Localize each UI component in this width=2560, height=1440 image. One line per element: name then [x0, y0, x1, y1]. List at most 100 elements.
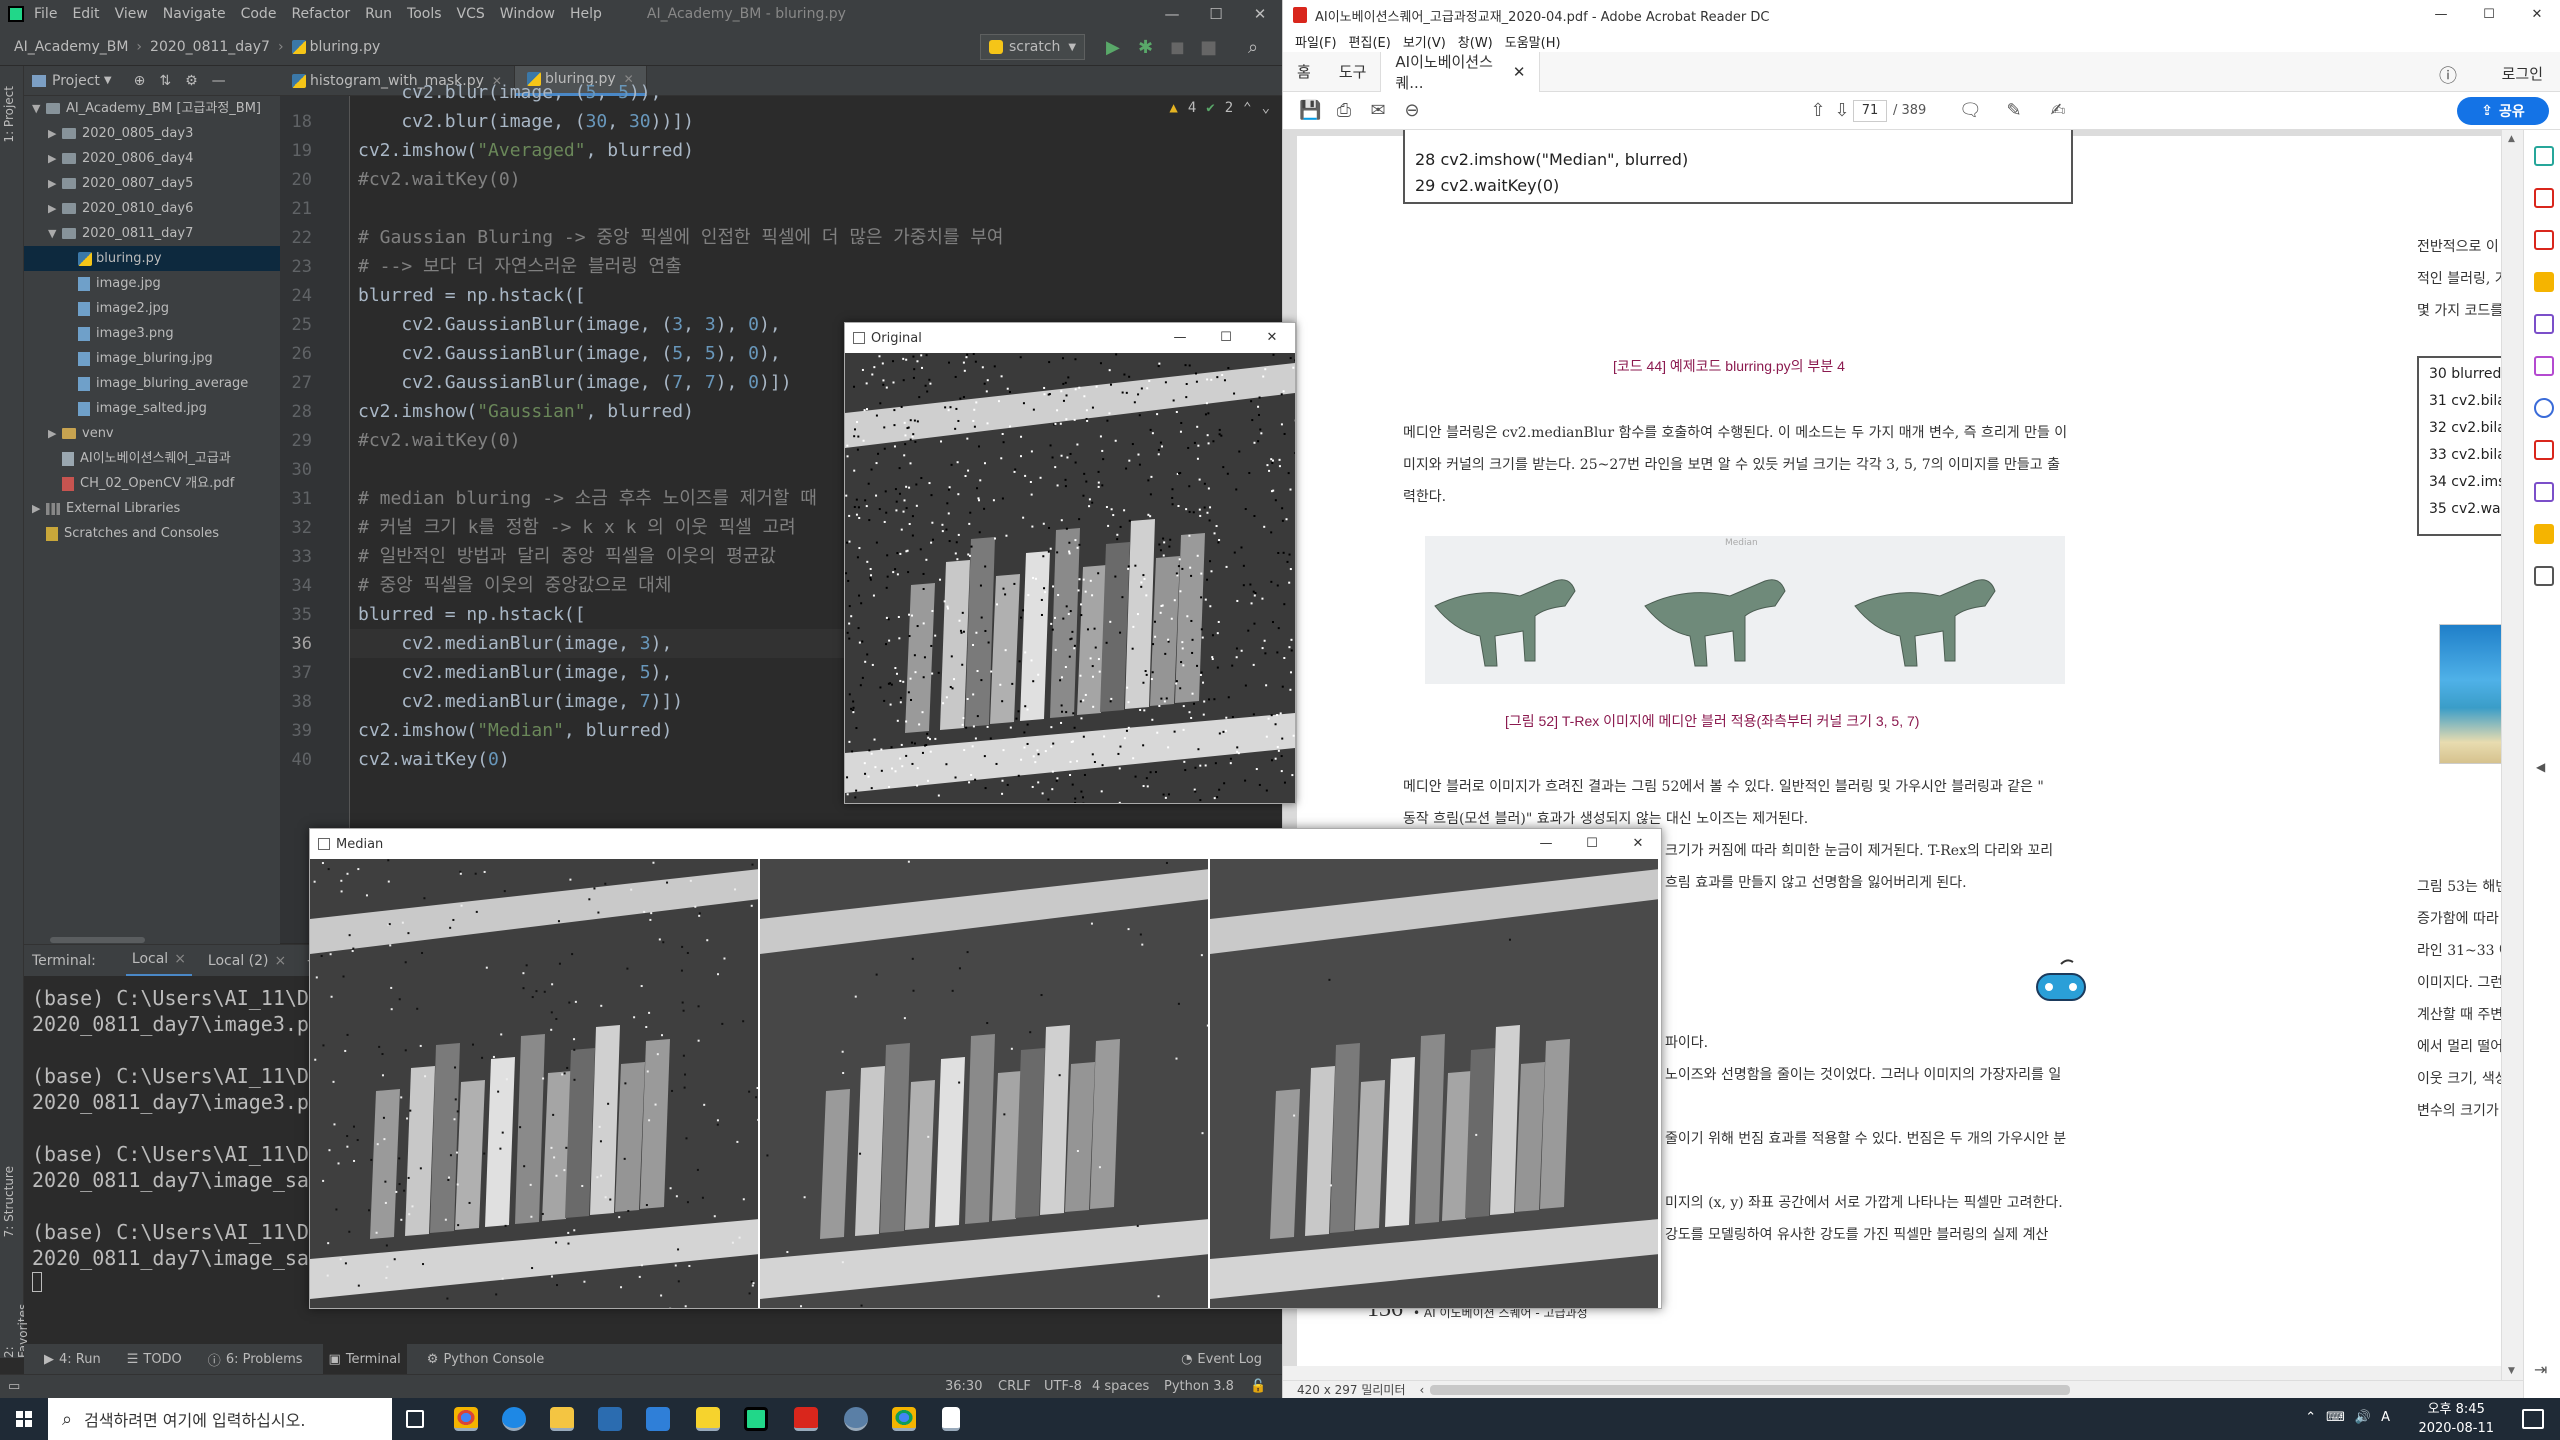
tool-window-tab[interactable]: ☰ TODO: [121, 1344, 188, 1374]
tree-item[interactable]: CH_02_OpenCV 개요.pdf: [24, 471, 280, 496]
close-icon[interactable]: ×: [174, 951, 186, 967]
expand-arrow-icon[interactable]: ▶: [48, 146, 62, 171]
code-line[interactable]: cv2.imshow("Gaussian", blurred): [358, 397, 694, 426]
create-pdf-icon[interactable]: [2534, 188, 2554, 208]
start-button[interactable]: [0, 1398, 48, 1440]
code-line[interactable]: cv2.GaussianBlur(image, (7, 7), 0)]): [358, 368, 791, 397]
event-log-tab[interactable]: ◔ Event Log: [1175, 1344, 1268, 1374]
maximize-icon[interactable]: ☐: [1569, 829, 1615, 859]
breadcrumb-project[interactable]: AI_Academy_BM: [14, 39, 128, 55]
chevron-up-icon[interactable]: ⌃: [1243, 100, 1251, 116]
zoom-out-search-icon[interactable]: ⊖: [1401, 100, 1423, 122]
code-line[interactable]: #cv2.waitKey(0): [358, 426, 521, 455]
close-icon[interactable]: ✕: [1513, 63, 1526, 81]
code-line[interactable]: # 커널 크기 k를 정함 -> k x k 의 이웃 픽셀 고려: [358, 513, 796, 542]
acrobat-menu-item[interactable]: 파일(F): [1295, 32, 1337, 51]
tree-item[interactable]: AI이노베이션스퀘어_고급과: [24, 446, 280, 471]
tree-item[interactable]: ▼ AI_Academy_BM [고급과정_BM]: [24, 96, 280, 121]
save-icon[interactable]: 💾: [1299, 100, 1321, 122]
menu-item[interactable]: Code: [241, 6, 277, 22]
tree-item[interactable]: image_salted.jpg: [24, 396, 280, 421]
help-icon[interactable]: ⓘ: [2439, 62, 2457, 88]
highlight-icon[interactable]: ✎: [2003, 100, 2025, 122]
coverage-icon[interactable]: ◼: [1170, 37, 1185, 58]
share-button[interactable]: ⇪ 공유: [2457, 97, 2549, 125]
code-line[interactable]: # Gaussian Bluring -> 중앙 픽셀에 인접한 픽셀에 더 많…: [358, 223, 1003, 252]
combine-files-icon[interactable]: [2534, 314, 2554, 334]
code-line[interactable]: cv2.medianBlur(image, 5),: [358, 658, 672, 687]
mail-icon[interactable]: [646, 1407, 670, 1431]
tree-item[interactable]: ▶ External Libraries: [24, 496, 280, 521]
tab-tools[interactable]: 도구: [1325, 52, 1381, 92]
close-icon[interactable]: ×: [275, 953, 287, 969]
menu-item[interactable]: Refactor: [291, 6, 350, 22]
indent-setting[interactable]: 4 spaces: [1092, 1379, 1149, 1394]
acrobat-menu-item[interactable]: 도움말(H): [1505, 32, 1561, 51]
run-configuration-select[interactable]: scratch ▼: [980, 34, 1086, 60]
minimize-icon[interactable]: —: [2417, 0, 2465, 30]
menu-item[interactable]: VCS: [457, 6, 485, 22]
tree-item[interactable]: image_bluring_average: [24, 371, 280, 396]
menu-item[interactable]: Run: [365, 6, 392, 22]
code-line[interactable]: cv2.medianBlur(image, 7)]): [358, 687, 683, 716]
scroll-down-icon[interactable]: ▼: [2508, 1366, 2515, 1376]
menu-item[interactable]: Window: [500, 6, 555, 22]
code-line[interactable]: cv2.blur(image, (30, 30))]): [358, 107, 694, 136]
taskbar-search[interactable]: ⌕ 검색하려면 여기에 입력하십시오.: [48, 1398, 392, 1440]
menu-item[interactable]: File: [34, 6, 57, 22]
vertical-scrollbar[interactable]: ▲ ▼: [2501, 130, 2523, 1380]
inspection-widget[interactable]: ▲ 4 ✔ 2 ⌃ ⌄: [1169, 100, 1270, 116]
more-tools-icon[interactable]: [2534, 524, 2554, 544]
search-icon[interactable]: ⌕: [1248, 37, 1258, 58]
maximize-icon[interactable]: ☐: [1203, 323, 1249, 353]
fill-sign-icon[interactable]: [2534, 356, 2554, 376]
hide-icon[interactable]: —: [212, 73, 226, 89]
tree-item[interactable]: image.jpg: [24, 271, 280, 296]
original-window-titlebar[interactable]: Original — ☐ ✕: [845, 323, 1295, 353]
minimize-icon[interactable]: —: [1157, 323, 1203, 353]
page-number-input[interactable]: 71: [1853, 100, 1887, 122]
collapse-icon[interactable]: ⇅: [159, 73, 171, 89]
expand-arrow-icon[interactable]: ▼: [48, 221, 62, 246]
file-explorer-icon[interactable]: [550, 1407, 574, 1431]
sticky-notes-icon[interactable]: [696, 1407, 720, 1431]
tree-item[interactable]: bluring.py: [24, 246, 280, 271]
tree-item[interactable]: ▶ venv: [24, 421, 280, 446]
code-line[interactable]: cv2.imshow("Median", blurred): [358, 716, 672, 745]
project-panel-title[interactable]: Project: [52, 73, 100, 89]
tool-window-tab[interactable]: ▶ 4: Run: [38, 1344, 107, 1374]
email-icon[interactable]: ✉: [1367, 100, 1389, 122]
chevron-down-icon[interactable]: ▼: [104, 75, 112, 86]
tree-item[interactable]: ▶ 2020_0806_day4: [24, 146, 280, 171]
expand-arrow-icon[interactable]: ▶: [32, 496, 46, 521]
page-down-icon[interactable]: ⇩: [1831, 100, 1853, 122]
close-icon[interactable]: ✕: [1238, 0, 1282, 28]
maximize-icon[interactable]: ☐: [1194, 0, 1238, 28]
code-line[interactable]: cv2.medianBlur(image, 3),: [358, 629, 672, 658]
expand-arrow-icon[interactable]: ▶: [48, 121, 62, 146]
code-line[interactable]: blurred = np.hstack([: [358, 600, 586, 629]
project-tool-tab[interactable]: 1: Project: [2, 86, 16, 143]
menu-item[interactable]: Edit: [72, 6, 99, 22]
comment-icon[interactable]: 🗨: [1959, 100, 1982, 122]
lock-icon[interactable]: 🔓: [1250, 1379, 1266, 1394]
close-icon[interactable]: ✕: [1249, 323, 1295, 353]
collapse-pane-icon[interactable]: ◀: [2536, 760, 2545, 774]
network-icon[interactable]: ⌨: [2326, 1410, 2345, 1425]
print-icon[interactable]: ⎙: [1333, 100, 1355, 122]
sign-icon[interactable]: ✍: [2047, 100, 2069, 122]
horizontal-scrollbar[interactable]: [1430, 1384, 2071, 1395]
tree-item[interactable]: ▼ 2020_0811_day7: [24, 221, 280, 246]
locate-icon[interactable]: ⊕: [134, 73, 146, 89]
tab-home[interactable]: 홈: [1283, 52, 1325, 92]
minimize-icon[interactable]: —: [1523, 829, 1569, 859]
expand-arrow-icon[interactable]: ▶: [48, 171, 62, 196]
task-view-icon[interactable]: [406, 1410, 424, 1428]
breadcrumb-file[interactable]: bluring.py: [310, 39, 381, 55]
organize-pages-icon[interactable]: [2534, 440, 2554, 460]
stop-icon[interactable]: ■: [1200, 37, 1217, 58]
terminal-tab-local[interactable]: Local ×: [125, 945, 192, 977]
layout-icon[interactable]: ▭: [8, 1379, 20, 1394]
code-line[interactable]: cv2.blur(image, (5, 5)),: [358, 78, 661, 107]
expand-arrow-icon[interactable]: ▶: [48, 196, 62, 221]
